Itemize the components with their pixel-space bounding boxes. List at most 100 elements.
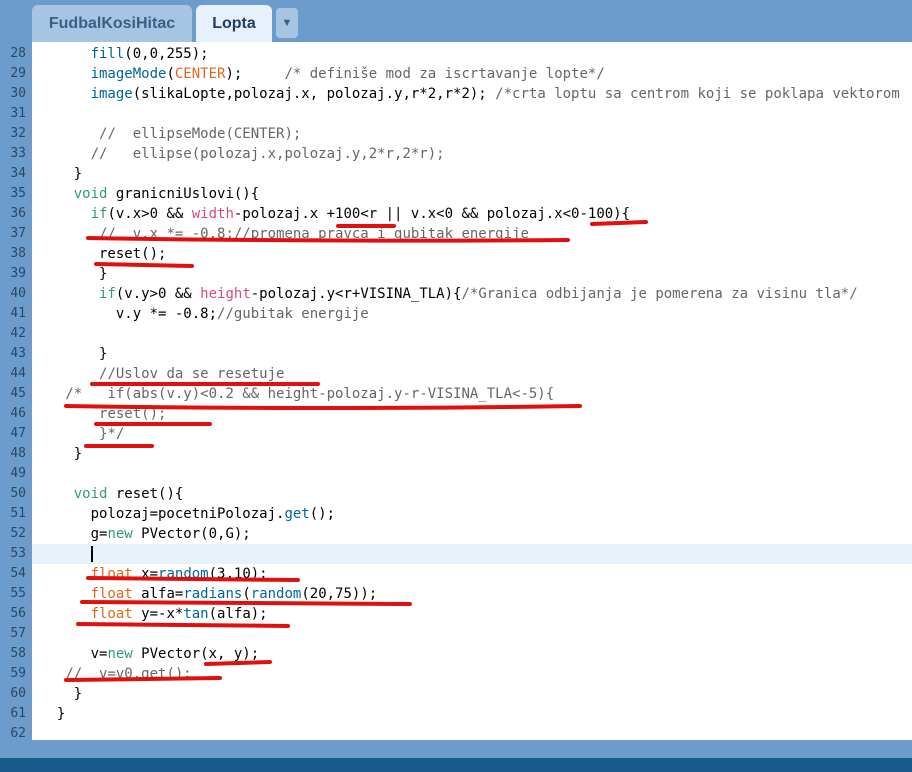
code-line[interactable]: 48 }: [0, 444, 912, 464]
code-line[interactable]: 57: [0, 624, 912, 644]
code-token: }: [40, 266, 108, 282]
code-line[interactable]: 33 // ellipse(polozaj.x,polozaj.y,2*r,2*…: [0, 144, 912, 164]
code-line[interactable]: 38 reset();: [0, 244, 912, 264]
code-token: polozaj=pocetniPolozaj.: [40, 506, 285, 522]
code-text: float x=random(3,10);: [40, 564, 268, 584]
code-line[interactable]: 35 void granicniUslovi(){: [0, 184, 912, 204]
tab-label: FudbalKosiHitac: [48, 14, 176, 32]
code-token: }: [40, 446, 83, 462]
line-number: 56: [10, 606, 26, 621]
line-number: 34: [10, 166, 26, 181]
code-line[interactable]: 46 reset();: [0, 404, 912, 424]
code-token: reset(){: [107, 486, 184, 502]
line-number: 38: [10, 246, 26, 261]
line-number: 36: [10, 206, 26, 221]
tab-lopta[interactable]: Lopta: [196, 5, 272, 42]
code-line[interactable]: 37 // v.x *= -0.8;//promena pravca i gub…: [0, 224, 912, 244]
code-token: float: [90, 566, 133, 582]
code-line[interactable]: 29 imageMode(CENTER); /* definiše mod za…: [0, 64, 912, 84]
code-token: height: [200, 286, 251, 302]
code-line[interactable]: 47 }*/: [0, 424, 912, 444]
code-token: v.y *= -0.8;: [40, 306, 218, 322]
line-number: 58: [10, 646, 26, 661]
line-number: 52: [10, 526, 26, 541]
code-token: /*crta loptu sa centrom koji se poklapa …: [495, 86, 900, 102]
code-line[interactable]: 43 }: [0, 344, 912, 364]
tab-fudbalkosihitac[interactable]: FudbalKosiHitac: [32, 5, 192, 42]
code-line[interactable]: 49: [0, 464, 912, 484]
code-line[interactable]: 59 // v=v0.get();: [0, 664, 912, 684]
code-text: }: [40, 444, 82, 464]
code-text: // v.x *= -0.8;//promena pravca i gubita…: [40, 224, 529, 244]
code-token: /*Granica odbijanja je pomerena za visin…: [461, 286, 858, 302]
code-line[interactable]: 54 float x=random(3,10);: [0, 564, 912, 584]
code-line[interactable]: 53: [0, 544, 912, 564]
code-token: imageMode: [90, 66, 167, 82]
code-line[interactable]: 41 v.y *= -0.8;//gubitak energije: [0, 304, 912, 324]
code-token: alfa=: [132, 586, 184, 602]
code-line[interactable]: 28 fill(0,0,255);: [0, 44, 912, 64]
code-text: void reset(){: [40, 484, 184, 504]
code-token: new: [107, 526, 133, 542]
code-line[interactable]: 55 float alfa=radians(random(20,75));: [0, 584, 912, 604]
code-token: reset();: [99, 406, 167, 422]
code-line[interactable]: 39 }: [0, 264, 912, 284]
line-number: 42: [10, 326, 26, 341]
line-number: 50: [10, 486, 26, 501]
code-token: //Uslov da se resetuje: [99, 366, 285, 382]
code-text: image(slikaLopte,polozaj.x, polozaj.y,r*…: [40, 84, 900, 104]
code-line[interactable]: 45 /* if(abs(v.y)<0.2 && height-polozaj.…: [0, 384, 912, 404]
code-line[interactable]: 61 }: [0, 704, 912, 724]
code-token: v=: [40, 646, 108, 662]
tab-menu-button[interactable]: ▼: [276, 8, 298, 38]
code-text: // v=v0.get();: [40, 664, 191, 684]
code-token: /* if(abs(v.y)<0.2 && height-polozaj.y-r…: [65, 386, 555, 402]
code-line[interactable]: 30 image(slikaLopte,polozaj.x, polozaj.y…: [0, 84, 912, 104]
code-line[interactable]: 50 void reset(){: [0, 484, 912, 504]
code-line[interactable]: 44 //Uslov da se resetuje: [0, 364, 912, 384]
line-number: 45: [10, 386, 26, 401]
code-token: (v.y>0 &&: [115, 286, 201, 302]
code-line[interactable]: 31: [0, 104, 912, 124]
code-text: if(v.x>0 && width-polozaj.x +100<r || v.…: [40, 204, 630, 224]
code-line[interactable]: 58 v=new PVector(x, y);: [0, 644, 912, 664]
code-line[interactable]: 52 g=new PVector(0,G);: [0, 524, 912, 544]
chevron-down-icon: ▼: [281, 17, 293, 29]
code-token: (: [166, 66, 175, 82]
line-number: 40: [10, 286, 26, 301]
code-line[interactable]: 34 }: [0, 164, 912, 184]
code-text: /* if(abs(v.y)<0.2 && height-polozaj.y-r…: [40, 384, 554, 404]
code-line[interactable]: 36 if(v.x>0 && width-polozaj.x +100<r ||…: [0, 204, 912, 224]
line-number: 60: [10, 686, 26, 701]
line-number: 49: [10, 466, 26, 481]
code-line[interactable]: 56 float y=-x*tan(alfa);: [0, 604, 912, 624]
line-number: 41: [10, 306, 26, 321]
line-number: 28: [10, 46, 26, 61]
code-line[interactable]: 40 if(v.y>0 && height-polozaj.y<r+VISINA…: [0, 284, 912, 304]
code-line[interactable]: 42: [0, 324, 912, 344]
code-line[interactable]: 51 polozaj=pocetniPolozaj.get();: [0, 504, 912, 524]
code-text: }: [40, 684, 82, 704]
code-line[interactable]: 32 // ellipseMode(CENTER);: [0, 124, 912, 144]
code-token: new: [107, 646, 133, 662]
code-token: y=-x*: [132, 606, 184, 622]
code-token: fill: [90, 46, 125, 62]
code-text: reset();: [40, 404, 166, 424]
tab-label: Lopta: [212, 14, 256, 32]
line-number: 39: [10, 266, 26, 281]
code-text: //Uslov da se resetuje: [40, 364, 284, 384]
code-line[interactable]: 60 }: [0, 684, 912, 704]
line-number: 32: [10, 126, 26, 141]
